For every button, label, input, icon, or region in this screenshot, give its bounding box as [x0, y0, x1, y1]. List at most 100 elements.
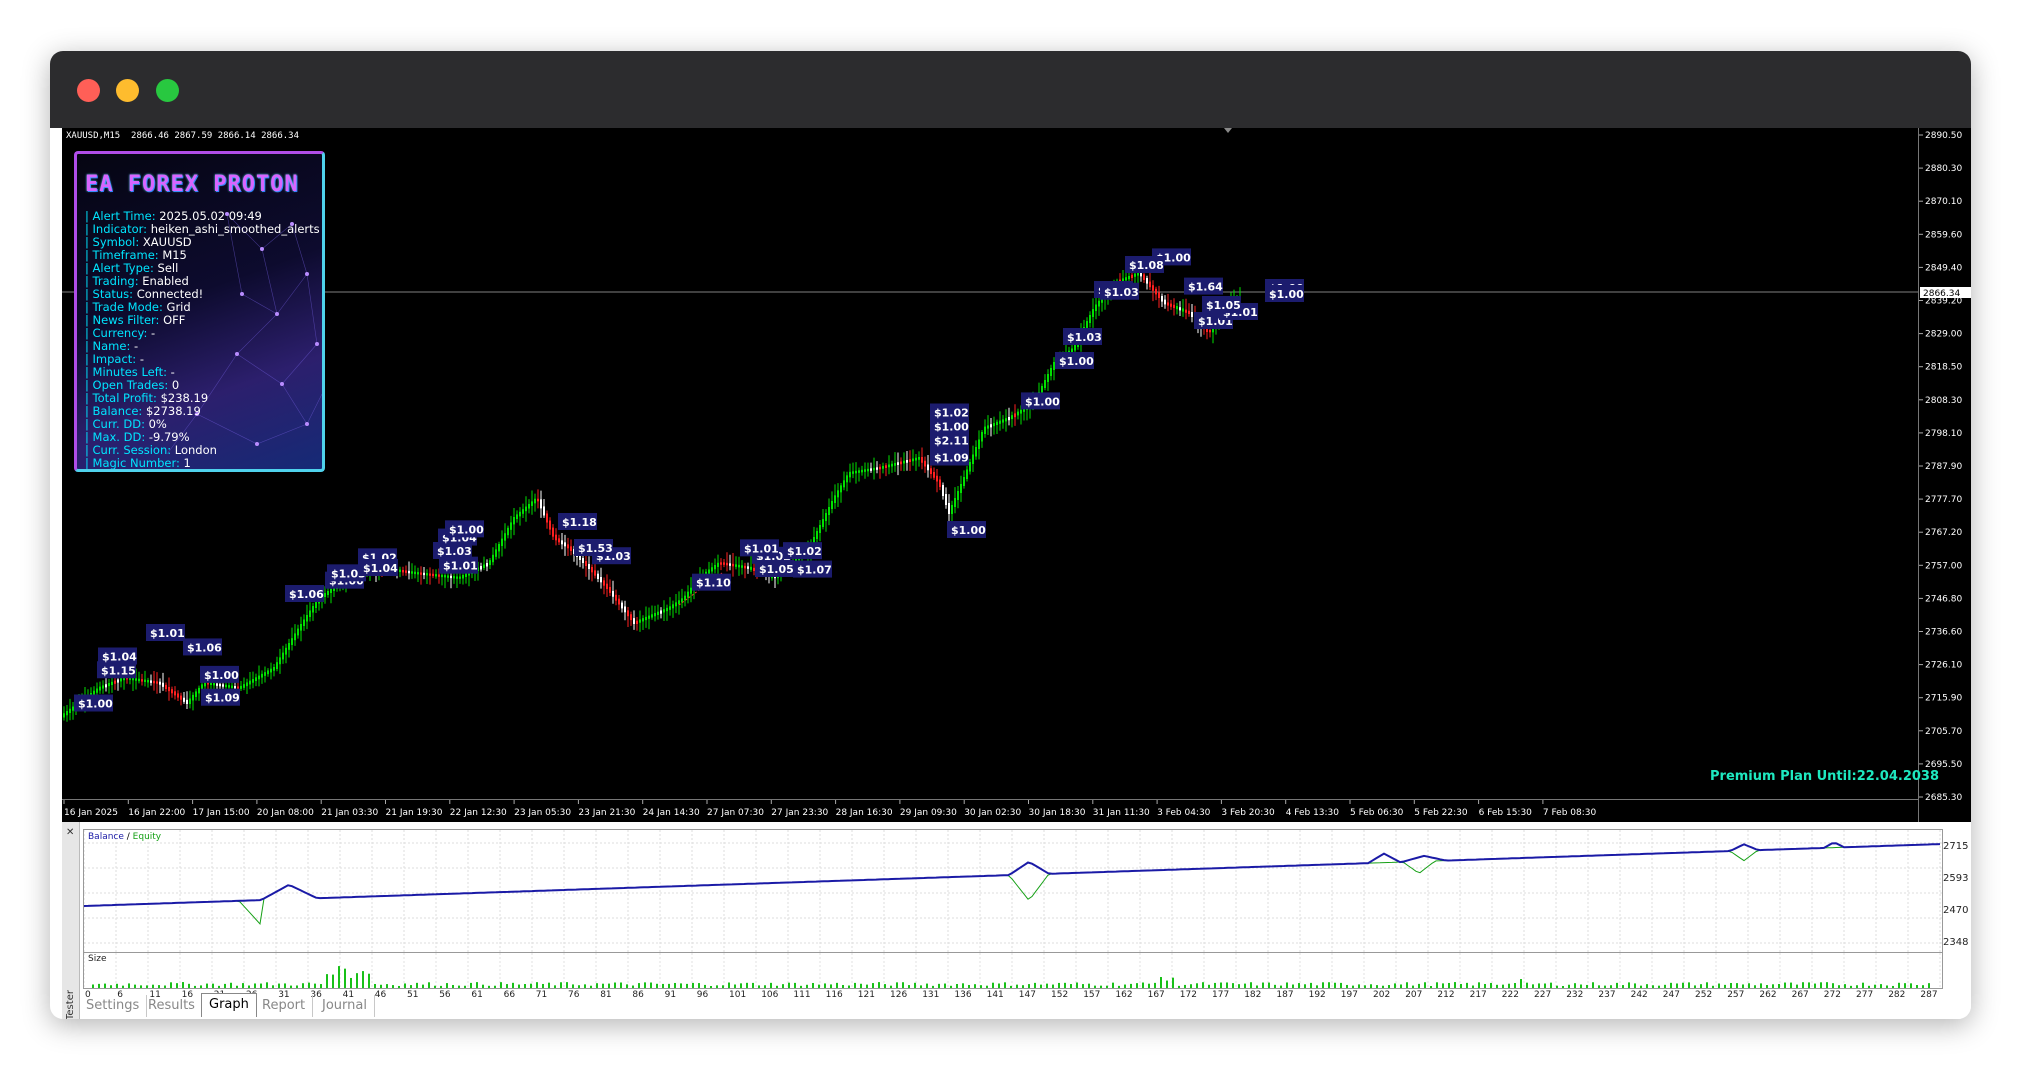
time-tick-label: 24 Jan 14:30 [643, 808, 700, 818]
candle-body [495, 549, 497, 557]
tester-x-tick: 71 [536, 990, 547, 999]
time-tick-label: 17 Jan 15:00 [193, 808, 250, 818]
ea-status-label: | Alert Type: [85, 261, 158, 275]
tester-x-tick: 202 [1373, 990, 1390, 999]
trade-profit-text: $1.00 [1059, 355, 1094, 368]
candle-body [183, 697, 185, 702]
candle-body [225, 684, 227, 688]
trade-profit-text: $1.07 [797, 564, 832, 577]
trade-profit-label: $1.64 [1184, 277, 1223, 295]
candle-body [621, 602, 623, 609]
chart-shift-marker[interactable] [1224, 128, 1232, 133]
candle-body [525, 506, 527, 512]
balance-equity-graph[interactable]: Balance / Equity [83, 829, 1943, 953]
candle-body [186, 699, 188, 704]
close-window-button[interactable] [77, 79, 100, 102]
candle-body [1092, 309, 1094, 317]
trade-profit-text: $1.03 [437, 545, 472, 558]
candle-body [636, 620, 638, 624]
size-bar [344, 968, 346, 988]
ea-status-label: | Impact: [85, 352, 140, 366]
trade-profit-label: $1.05 [755, 560, 794, 577]
ea-status-label: | Total Profit: [85, 391, 161, 405]
price-axis[interactable]: 2890.50 2880.30 2870.10 2859.60 2849.40 2839.… [1918, 128, 1971, 822]
title-bar [50, 51, 1971, 128]
tab-report[interactable]: Report [255, 995, 314, 1017]
candle-body [906, 460, 908, 463]
candle-body [420, 572, 422, 575]
price-tick-label: 2736.60 [1925, 628, 1962, 638]
ea-status-label: | Minutes Left: [85, 365, 171, 379]
ea-status-label: | Max. DD: [85, 430, 149, 444]
candle-body [1134, 273, 1136, 277]
candle-body [69, 708, 71, 713]
candle-body [552, 527, 554, 537]
tab-settings[interactable]: Settings [79, 995, 148, 1017]
tester-x-tick: 267 [1792, 990, 1809, 999]
candle-body [486, 563, 488, 567]
price-tick-label: 2726.10 [1925, 661, 1962, 671]
candle-body [423, 572, 425, 576]
price-tick-label: 2757.00 [1925, 561, 1962, 571]
tab-results[interactable]: Results [141, 995, 203, 1017]
candle-body [588, 564, 590, 569]
candle-body [666, 607, 668, 612]
tester-x-tick: 192 [1309, 990, 1326, 999]
price-chart[interactable]: $1.00 $1.15 $1.04 $1.01 $1.06 $1.09 $1.00 $1.06… [62, 128, 1918, 822]
time-tick-label: 21 Jan 19:30 [386, 808, 443, 818]
candle-body [855, 470, 857, 474]
candle-body [189, 698, 191, 704]
candle-body [1086, 321, 1088, 329]
candle-body [612, 590, 614, 597]
candle-body [426, 573, 428, 576]
candle-body [438, 574, 440, 577]
candle-body [582, 558, 584, 563]
tab-journal[interactable]: Journal [315, 995, 375, 1017]
maximize-window-button[interactable] [156, 79, 179, 102]
tester-y-axis: 2715 2593 2470 2348 [1943, 841, 1968, 948]
trade-profit-label: $1.01 [740, 539, 779, 557]
time-axis[interactable]: 16 Jan 2025 16 Jan 22:00 17 Jan 15:00 20 Ja… [62, 799, 1918, 823]
candle-body [249, 680, 251, 685]
candle-body [255, 677, 257, 681]
size-graph[interactable]: Size [83, 952, 1943, 989]
trade-profit-label: $1.06 [285, 585, 324, 602]
candle-body [279, 657, 281, 665]
time-tick-label: 4 Feb 13:30 [1286, 808, 1340, 818]
candle-body [942, 485, 944, 496]
tab-graph[interactable]: Graph [201, 993, 257, 1017]
trade-profit-text: $1.53 [578, 542, 613, 555]
candle-body [234, 686, 236, 689]
candle-body [114, 680, 116, 684]
candle-body [981, 432, 983, 442]
ea-status-list: | Alert Time: 2025.05.02 09:49 | Indicato… [85, 210, 320, 470]
trade-profit-text: $1.64 [1188, 281, 1223, 294]
time-tick-label: 28 Jan 16:30 [836, 808, 893, 818]
candle-body [159, 681, 161, 685]
trade-profit-label: $1.05 [1202, 296, 1241, 313]
minimize-window-button[interactable] [116, 79, 139, 102]
time-tick-label: 21 Jan 03:30 [321, 808, 378, 818]
candle-body [732, 563, 734, 567]
candle-body [270, 668, 272, 673]
candle-body [921, 457, 923, 463]
candle-body [324, 593, 326, 597]
candle-body [645, 616, 647, 621]
candle-body [330, 589, 332, 593]
candle-body [990, 424, 992, 428]
candle-body [609, 587, 611, 593]
candle-body [165, 684, 167, 689]
candle-body [258, 675, 260, 680]
trade-profit-text: $1.01 [443, 560, 478, 573]
candle-body [897, 462, 899, 465]
candle-body [711, 567, 713, 572]
close-icon[interactable]: ✕ [66, 827, 74, 838]
candle-body [303, 619, 305, 626]
candle-body [912, 458, 914, 462]
tester-y-tick: 2715 [1943, 841, 1968, 852]
tester-x-tick: 106 [761, 990, 778, 999]
time-tick-label: 23 Jan 05:30 [514, 808, 571, 818]
time-tick-label: 7 Feb 08:30 [1543, 808, 1597, 818]
candle-body [243, 684, 245, 688]
tester-x-tick: 277 [1856, 990, 1873, 999]
